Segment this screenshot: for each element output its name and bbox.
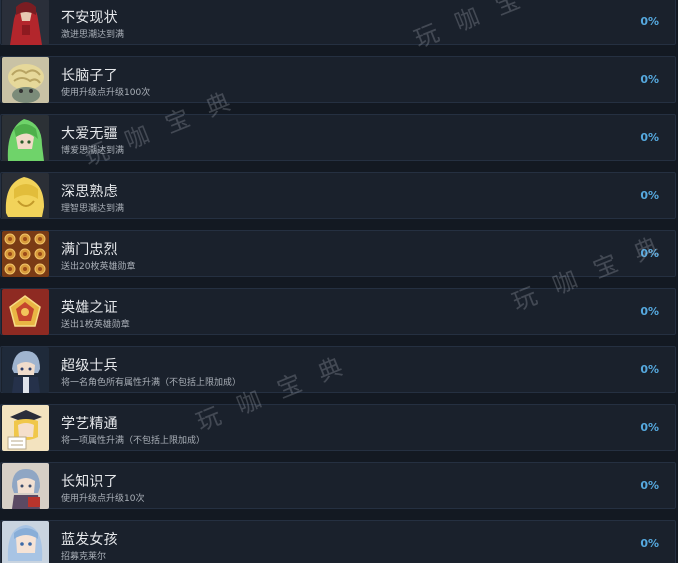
graduate-character-icon: [2, 405, 49, 451]
hero-medal-icon: [2, 289, 49, 335]
achievement-description: 博爱思潮达到满: [61, 146, 125, 156]
achievement-title: 长知识了: [61, 474, 118, 490]
blue-hair-girl-icon: [2, 521, 49, 563]
green-hair-character-icon: [2, 115, 49, 161]
blonde-hair-character-icon: [2, 173, 49, 219]
medal-pattern-icon: [2, 231, 49, 277]
achievement-row[interactable]: 超级士兵 将一名角色所有属性升满（不包括上限加成） 0%: [0, 346, 676, 393]
achievement-list: 不安现状 激进思潮达到满 0% 长脑子了 使用升级点升级100次 0% 大爱无疆…: [0, 0, 678, 563]
achievement-description: 送出20枚英雄勋章: [61, 262, 136, 272]
achievement-percent: 0%: [640, 363, 659, 376]
achievement-row[interactable]: 学艺精通 将一项属性升满（不包括上限加成） 0%: [0, 404, 676, 451]
achievement-description: 使用升级点升级10次: [61, 494, 145, 504]
achievement-description: 将一项属性升满（不包括上限加成）: [61, 436, 206, 446]
book-character-icon: [2, 463, 49, 509]
achievement-title: 学艺精通: [61, 416, 118, 432]
achievement-row[interactable]: 蓝发女孩 招募克莱尔 0%: [0, 520, 676, 563]
achievement-description: 使用升级点升级100次: [61, 88, 151, 98]
achievement-row[interactable]: 满门忠烈 送出20枚英雄勋章 0%: [0, 230, 676, 277]
achievement-description: 激进思潮达到满: [61, 30, 125, 40]
achievement-row[interactable]: 深思熟虑 理智思潮达到满 0%: [0, 172, 676, 219]
achievement-row[interactable]: 长知识了 使用升级点升级10次 0%: [0, 462, 676, 509]
achievement-title: 英雄之证: [61, 300, 118, 316]
achievement-title: 超级士兵: [61, 358, 118, 374]
achievement-description: 理智思潮达到满: [61, 204, 125, 214]
achievement-title: 满门忠烈: [61, 242, 118, 258]
brain-character-icon: [2, 57, 49, 103]
achievement-percent: 0%: [640, 305, 659, 318]
achievement-title: 不安现状: [61, 10, 118, 26]
achievement-percent: 0%: [640, 189, 659, 202]
achievement-title: 大爱无疆: [61, 126, 118, 142]
achievement-row[interactable]: 不安现状 激进思潮达到满 0%: [0, 0, 676, 45]
achievement-percent: 0%: [640, 247, 659, 260]
achievement-description: 送出1枚英雄勋章: [61, 320, 130, 330]
red-dress-character-icon: [2, 0, 49, 45]
achievement-row[interactable]: 大爱无疆 博爱思潮达到满 0%: [0, 114, 676, 161]
achievement-description: 将一名角色所有属性升满（不包括上限加成）: [61, 378, 242, 388]
achievement-row[interactable]: 英雄之证 送出1枚英雄勋章 0%: [0, 288, 676, 335]
soldier-character-icon: [2, 347, 49, 393]
achievement-percent: 0%: [640, 537, 659, 550]
achievement-percent: 0%: [640, 479, 659, 492]
achievement-percent: 0%: [640, 421, 659, 434]
achievement-percent: 0%: [640, 15, 659, 28]
achievement-description: 招募克莱尔: [61, 552, 107, 562]
achievement-percent: 0%: [640, 73, 659, 86]
achievement-row[interactable]: 长脑子了 使用升级点升级100次 0%: [0, 56, 676, 103]
achievement-percent: 0%: [640, 131, 659, 144]
achievement-title: 蓝发女孩: [61, 532, 118, 548]
achievement-title: 深思熟虑: [61, 184, 118, 200]
achievement-title: 长脑子了: [61, 68, 118, 84]
